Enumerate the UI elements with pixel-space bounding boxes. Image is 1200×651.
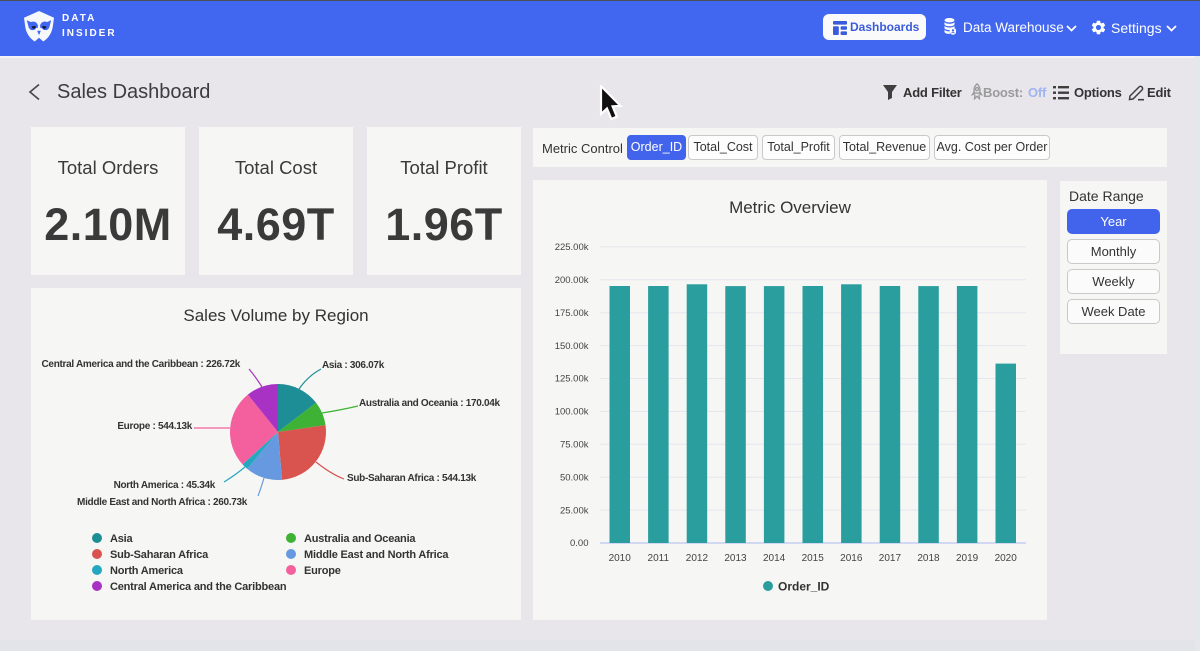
svg-text:2017: 2017: [879, 553, 902, 564]
svg-text:Order_ID: Order_ID: [778, 580, 830, 594]
svg-text:2020: 2020: [995, 553, 1018, 564]
svg-text:150.00k: 150.00k: [555, 341, 589, 352]
svg-text:2011: 2011: [648, 553, 670, 564]
svg-text:225.00k: 225.00k: [555, 242, 589, 253]
svg-text:125.00k: 125.00k: [555, 374, 589, 385]
svg-text:2014: 2014: [763, 553, 786, 564]
svg-text:100.00k: 100.00k: [555, 407, 589, 418]
svg-text:25.00k: 25.00k: [560, 505, 589, 516]
svg-text:200.00k: 200.00k: [555, 275, 589, 286]
svg-text:0.00: 0.00: [570, 538, 589, 549]
svg-text:2013: 2013: [724, 553, 747, 564]
svg-text:2010: 2010: [609, 553, 632, 564]
svg-text:2018: 2018: [917, 553, 940, 564]
svg-text:2016: 2016: [840, 553, 863, 564]
svg-text:75.00k: 75.00k: [560, 440, 589, 451]
svg-text:2015: 2015: [802, 553, 825, 564]
svg-text:2019: 2019: [956, 553, 979, 564]
svg-text:2012: 2012: [686, 553, 709, 564]
svg-text:175.00k: 175.00k: [555, 308, 589, 319]
svg-text:50.00k: 50.00k: [560, 472, 589, 483]
